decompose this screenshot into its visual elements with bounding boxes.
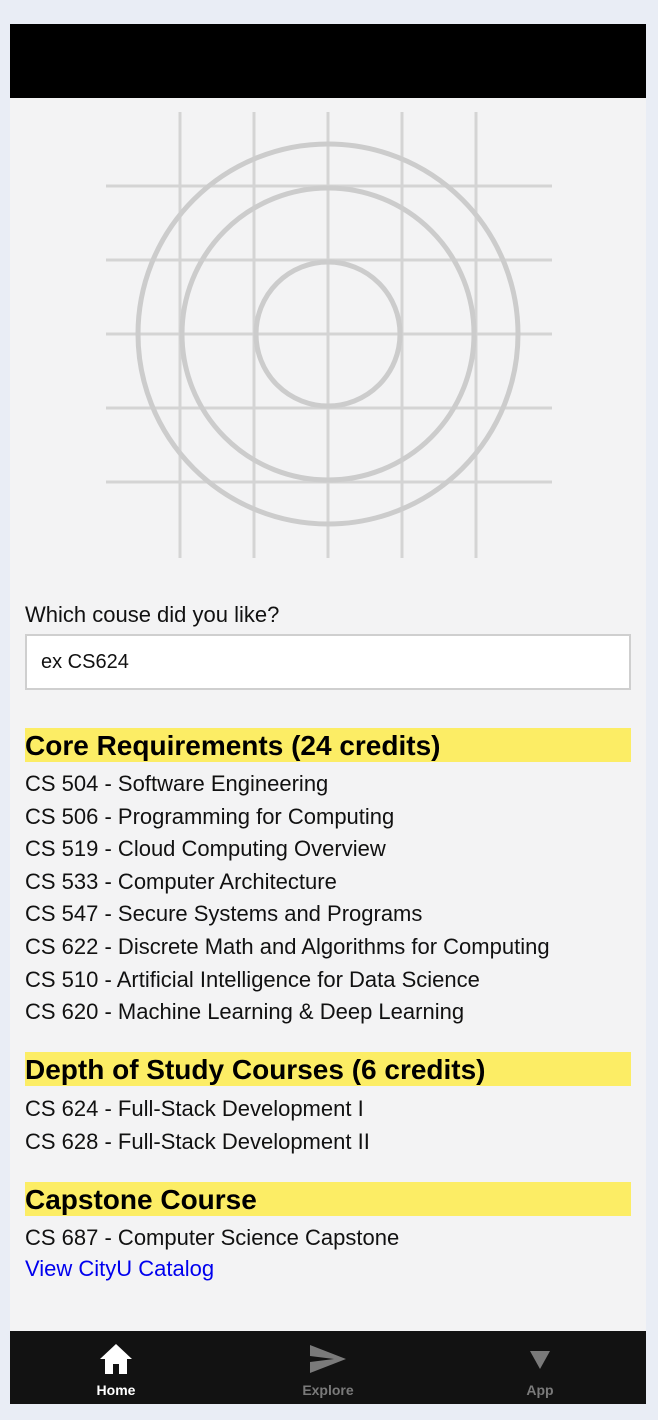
course-question-label: Which couse did you like? xyxy=(25,602,280,627)
list-item: CS 628 - Full-Stack Development II xyxy=(25,1128,370,1154)
tab-explore-label: Explore xyxy=(302,1382,354,1398)
depth-of-study-heading: Depth of Study Courses (6 credits) xyxy=(25,1052,631,1086)
triangle-down-icon xyxy=(530,1351,550,1369)
depth-of-study-list: CS 624 - Full-Stack Development I CS 628… xyxy=(25,1093,370,1158)
core-requirements-list: CS 504 - Software Engineering CS 506 - P… xyxy=(25,768,550,1029)
home-icon xyxy=(100,1344,132,1374)
core-requirements-heading: Core Requirements (24 credits) xyxy=(25,728,631,762)
tab-home-label: Home xyxy=(96,1382,136,1398)
tab-home[interactable]: Home xyxy=(10,1331,222,1404)
list-item: CS 510 - Artificial Intelligence for Dat… xyxy=(25,966,480,992)
concentric-circles-logo xyxy=(106,112,552,558)
send-icon xyxy=(310,1345,346,1373)
course-search-input[interactable] xyxy=(25,634,631,690)
app-screen: Which couse did you like? Core Requireme… xyxy=(10,24,646,1404)
tab-explore[interactable]: Explore xyxy=(222,1331,434,1404)
view-catalog-link[interactable]: View CityU Catalog xyxy=(25,1256,214,1282)
list-item: CS 687 - Computer Science Capstone xyxy=(25,1225,400,1250)
list-item: CS 624 - Full-Stack Development I xyxy=(25,1096,364,1121)
capstone-heading: Capstone Course xyxy=(25,1182,631,1216)
list-item: CS 547 - Secure Systems and Programs xyxy=(25,901,423,927)
bottom-tab-bar: Home Explore App xyxy=(10,1331,646,1404)
list-item: CS 533 - Computer Architecture xyxy=(25,868,337,894)
top-bar xyxy=(10,24,646,98)
list-item: CS 519 - Cloud Computing Overview xyxy=(25,836,386,862)
tab-app-label: App xyxy=(526,1382,554,1398)
tab-app[interactable]: App xyxy=(434,1331,646,1404)
list-item: CS 504 - Software Engineering xyxy=(25,771,329,796)
list-item: CS 620 - Machine Learning & Deep Learnin… xyxy=(25,999,465,1025)
list-item: CS 622 - Discrete Math and Algorithms fo… xyxy=(25,933,550,959)
list-item: CS 506 - Programming for Computing xyxy=(25,803,395,829)
capstone-list: CS 687 - Computer Science Capstone xyxy=(25,1222,399,1255)
